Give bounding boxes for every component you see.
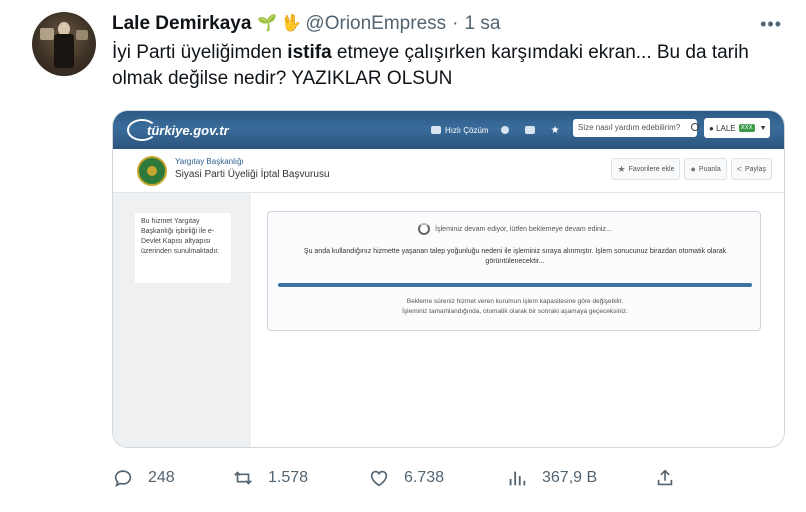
rate-button: ● Puanla [684, 158, 727, 180]
progress-bar [278, 283, 752, 287]
chevron-down-icon: ▼ [759, 124, 767, 132]
settings-tool [500, 126, 513, 134]
tweet-text-part: İyi Parti üyeliğimden [112, 42, 288, 63]
comment-icon: ● [690, 164, 696, 174]
avatar[interactable] [32, 12, 96, 76]
avatar-detail [76, 30, 88, 40]
share-tweet-button[interactable] [654, 466, 690, 490]
yargitay-seal-icon [137, 156, 167, 186]
service-actions: ★ Favorilere ekle ● Puanla < Paylaş [607, 158, 772, 180]
accessibility-tool [524, 126, 539, 134]
quick-solution-label: Hızlı Çözüm [445, 125, 489, 135]
user-badge: XXX [738, 124, 755, 132]
like-icon [370, 470, 388, 487]
timestamp[interactable]: 1 sa [464, 13, 500, 35]
views-button[interactable]: 367,9 B [506, 466, 597, 490]
retweet-icon [234, 471, 252, 485]
gov-sidebar: Bu hizmet Yargıtay Başkanlığı işbirliği … [113, 193, 251, 447]
reply-count: 248 [148, 469, 175, 486]
tweet-actions: 248 1.578 6.738 367,9 B [112, 466, 692, 490]
waiting-panel: İşleminiz devam ediyor, lütfen beklemeye… [267, 211, 761, 331]
service-title: Siyasi Parti Üyeliği İptal Başvurusu [175, 169, 330, 180]
gov-header: türkiye.gov.tr Hızlı Çözüm ★ Size nasıl … [113, 111, 784, 149]
service-bar: Yargıtay Başkanlığı Siyasi Parti Üyeliği… [113, 149, 784, 193]
share-icon: < [736, 164, 742, 174]
reply-button[interactable]: 248 [112, 466, 175, 490]
favorite-button: ★ Favorilere ekle [611, 158, 681, 180]
user-label: LALE [716, 123, 736, 133]
tweet-text: İyi Parti üyeliğimden istifa etmeye çalı… [112, 40, 792, 92]
reply-icon [114, 470, 132, 487]
star-icon: ★ [550, 124, 560, 136]
gov-search-input: Size nasıl yardım edebilirim? [573, 119, 697, 137]
gov-logo: türkiye.gov.tr [127, 116, 229, 144]
status-text: İşleminiz devam ediyor, lütfen beklemeye… [435, 225, 612, 233]
progress-fill [278, 283, 752, 287]
tweet-text-bold: istifa [287, 42, 332, 63]
avatar-detail [40, 28, 54, 40]
gov-user-menu: ● LALE XXX ▼ [704, 118, 770, 138]
separator-dot: · [452, 13, 459, 34]
gov-tools: Hızlı Çözüm ★ [431, 119, 572, 141]
search-icon [691, 119, 701, 137]
vulcan-salute-emoji: 🖖 [281, 15, 302, 32]
user-icon: ● [709, 123, 717, 133]
like-count: 6.738 [404, 469, 445, 486]
author-name[interactable]: Lale Demirkaya [112, 13, 251, 35]
info-message: Bekleme süreniz hizmet veren kurumun işl… [278, 297, 752, 317]
display-icon [524, 126, 535, 134]
info-line: İşleminiz tamamlandığında, otomatik olar… [402, 308, 628, 315]
status-line: İşleminiz devam ediyor, lütfen beklemeye… [268, 223, 762, 235]
more-icon[interactable]: ••• [760, 14, 782, 35]
favorites-tool: ★ [551, 125, 560, 136]
gov-main: İşleminiz devam ediyor, lütfen beklemeye… [251, 193, 784, 447]
views-count: 367,9 B [542, 469, 598, 486]
favorite-label: Favorilere ekle [628, 165, 675, 173]
retweet-button[interactable]: 1.578 [232, 466, 308, 490]
avatar-detail [54, 34, 74, 68]
info-line: Bekleme süreniz hizmet veren kurumun işl… [406, 298, 624, 305]
author-handle[interactable]: @OrionEmpress [305, 13, 446, 35]
star-icon: ★ [617, 163, 626, 174]
share-label: Paylaş [744, 165, 766, 173]
seedling-emoji: 🌱 [257, 15, 278, 32]
wrench-icon [500, 126, 509, 134]
sidebar-info: Bu hizmet Yargıtay Başkanlığı işbirliği … [135, 213, 231, 283]
like-button[interactable]: 6.738 [368, 466, 444, 490]
tweet-header: Lale Demirkaya 🌱 🖖 @OrionEmpress · 1 sa [112, 13, 500, 35]
retweet-count: 1.578 [268, 469, 309, 486]
quick-solution-tool: Hızlı Çözüm [431, 126, 489, 135]
spinner-icon [418, 223, 431, 235]
chat-icon [431, 126, 441, 134]
media-image[interactable]: türkiye.gov.tr Hızlı Çözüm ★ Size nasıl … [112, 110, 785, 448]
logo-text: türkiye.gov.tr [147, 122, 229, 138]
queue-message: Şu anda kullandığınız hizmette yaşanan t… [303, 248, 727, 265]
org-name: Yargıtay Başkanlığı [175, 157, 244, 166]
share-icon [657, 469, 673, 486]
views-icon [509, 471, 526, 486]
share-button: < Paylaş [730, 158, 772, 180]
rate-label: Puanla [698, 165, 721, 173]
